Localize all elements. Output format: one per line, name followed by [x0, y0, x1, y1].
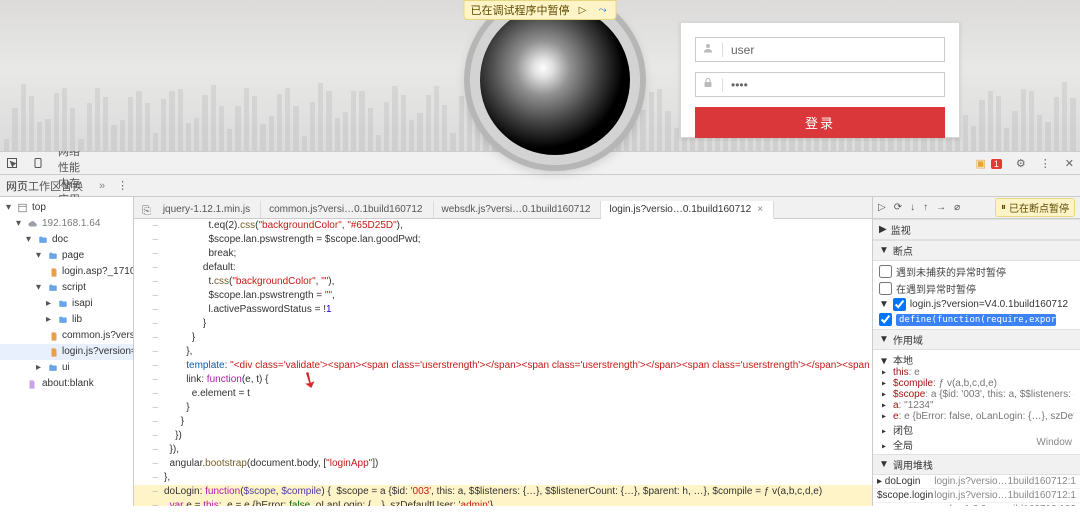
- editor-pane: ⎘ jquery-1.12.1.min.jscommon.js?versi…0.…: [134, 197, 872, 506]
- code-editor[interactable]: ➘ – t.eq(2).css("backgroundColor", "#65D…: [134, 219, 872, 506]
- section-header[interactable]: ▶监视: [873, 219, 1080, 240]
- code-line[interactable]: – default:: [134, 261, 872, 275]
- paused-status-chip: ⏸ 已在断点暂停: [995, 198, 1075, 217]
- code-line[interactable]: – t.css("backgroundColor", ""),: [134, 275, 872, 289]
- code-line[interactable]: – break;: [134, 247, 872, 261]
- debug-sections: ▶监视▼断点遇到未捕获的异常时暂停在遇到异常时暂停▼login.js?versi…: [873, 219, 1080, 506]
- bp-option[interactable]: 遇到未捕获的异常时暂停: [879, 263, 1074, 280]
- scope-var[interactable]: ▸ $scope: a {$id: '003', this: a, $$list…: [879, 389, 1074, 400]
- nav-item[interactable]: ▾script: [0, 280, 133, 296]
- scope-var[interactable]: ▸ this: e: [879, 367, 1074, 378]
- nav-item[interactable]: ▾top: [0, 200, 133, 216]
- username-input[interactable]: [731, 43, 938, 57]
- user-icon: [702, 42, 714, 57]
- device-icon[interactable]: [32, 157, 44, 169]
- sources-workarea: ▾top▾192.168.1.64▾doc▾pagelogin.asp?_171…: [0, 197, 1080, 506]
- nav-item[interactable]: ▾doc: [0, 232, 133, 248]
- debug-controls: ▷ ⟳ ↓ ↑ → ⌀ ⏸ 已在断点暂停: [873, 197, 1080, 219]
- camera-lens-decoration: [470, 0, 640, 165]
- sub-tab-2[interactable]: 替换: [61, 181, 83, 193]
- scope-group[interactable]: ▸ 全局Window: [879, 437, 1074, 452]
- password-field[interactable]: [695, 72, 945, 97]
- file-navigator[interactable]: ▾top▾192.168.1.64▾doc▾pagelogin.asp?_171…: [0, 197, 134, 506]
- breakpoint-item[interactable]: ▼login.js?version=V4.0.1build160712: [879, 297, 1074, 312]
- breakpoint-code[interactable]: define(function(require,exports,module){…: [879, 312, 1074, 327]
- code-line[interactable]: – template: "<div class='validate'><span…: [134, 359, 872, 373]
- close-tab-icon[interactable]: ×: [757, 204, 763, 215]
- debug-sidebar: ▷ ⟳ ↓ ↑ → ⌀ ⏸ 已在断点暂停 ▶监视▼断点遇到未捕获的异常时暂停在遇…: [872, 197, 1080, 506]
- nav-item[interactable]: ▸ui: [0, 360, 133, 376]
- close-devtools-icon[interactable]: ✕: [1065, 157, 1074, 170]
- nav-item[interactable]: login.asp?_17109170934…: [0, 264, 133, 280]
- inspect-icon[interactable]: [6, 157, 18, 169]
- code-line[interactable]: – angular.bootstrap(document.body, ["log…: [134, 457, 872, 471]
- scope-group[interactable]: ▸ 闭包: [879, 422, 1074, 437]
- deactivate-bp-button[interactable]: ⌀: [954, 202, 960, 213]
- username-field[interactable]: [695, 37, 945, 62]
- file-tabs-overflow-icon[interactable]: ⎘: [138, 205, 155, 218]
- pause-banner-text: 已在调试程序中暂停: [471, 2, 570, 18]
- code-line[interactable]: – $scope.lan.pswstrength = $scope.lan.go…: [134, 233, 872, 247]
- scope-var[interactable]: ▸ e: e {bError: false, oLanLogin: {…}, s…: [879, 411, 1074, 422]
- more-subtab-icon[interactable]: ⋮: [117, 179, 128, 192]
- step-out-button[interactable]: ↑: [923, 202, 928, 213]
- settings-icon[interactable]: ⚙: [1016, 157, 1026, 170]
- file-tab[interactable]: websdk.js?versi…0.1build160712: [434, 201, 602, 218]
- callstack-frame[interactable]: （匿名）angular-1.2.9.m…uild160712:182: [873, 503, 1080, 506]
- nav-item[interactable]: ▾192.168.1.64: [0, 216, 133, 232]
- section-header[interactable]: ▼作用域: [873, 329, 1080, 350]
- main-tab-5[interactable]: 性能: [58, 159, 123, 175]
- code-line[interactable]: – }),: [134, 443, 872, 457]
- scope-var[interactable]: ▸ $compile: ƒ v(a,b,c,d,e): [879, 378, 1074, 389]
- code-line[interactable]: – }: [134, 415, 872, 429]
- step-into-button[interactable]: ↓: [910, 202, 915, 213]
- nav-item[interactable]: ▸isapi: [0, 296, 133, 312]
- code-line[interactable]: – l.activePasswordStatus = !1: [134, 303, 872, 317]
- code-line[interactable]: – }: [134, 317, 872, 331]
- lock-icon: [702, 77, 714, 92]
- warning-indicator[interactable]: ▣ 1: [975, 157, 1001, 170]
- code-line[interactable]: – },: [134, 345, 872, 359]
- code-line[interactable]: – }): [134, 429, 872, 443]
- login-card: 登录: [680, 22, 960, 138]
- login-button[interactable]: 登录: [695, 107, 945, 138]
- code-line[interactable]: – link: function(e, t) {: [134, 373, 872, 387]
- callstack-frame[interactable]: ▸ doLoginlogin.js?versio…1build160712:1: [873, 475, 1080, 489]
- section-header[interactable]: ▼断点: [873, 240, 1080, 261]
- code-line[interactable]: – }: [134, 401, 872, 415]
- nav-item[interactable]: login.js?version=V4.0.1bu…: [0, 344, 133, 360]
- nav-item[interactable]: ▸lib: [0, 312, 133, 328]
- password-input[interactable]: [731, 78, 938, 92]
- file-tabs: ⎘ jquery-1.12.1.min.jscommon.js?versi…0.…: [134, 197, 872, 219]
- sources-subtabs: 网页工作区替换 » ⋮: [0, 175, 1080, 197]
- scope-var[interactable]: ▸ a: "1234": [879, 400, 1074, 411]
- nav-item[interactable]: common.js?version=V4.0…: [0, 328, 133, 344]
- step-over-button[interactable]: ⟳: [894, 202, 902, 213]
- code-line[interactable]: –doLogin: function($scope, $compile) { $…: [134, 485, 872, 499]
- code-line[interactable]: –},: [134, 471, 872, 485]
- nav-item[interactable]: about:blank: [0, 376, 133, 392]
- code-line[interactable]: – t.eq(2).css("backgroundColor", "#65D25…: [134, 219, 872, 233]
- step-button[interactable]: →: [936, 202, 946, 213]
- nav-item[interactable]: ▾page: [0, 248, 133, 264]
- code-line[interactable]: – var e = this; e = e {bError: false, oL…: [134, 499, 872, 506]
- resume-button[interactable]: ▷: [878, 202, 886, 213]
- sub-tab-0[interactable]: 网页: [6, 181, 28, 193]
- code-line[interactable]: – $scope.lan.pswstrength = "",: [134, 289, 872, 303]
- sub-tab-1[interactable]: 工作区: [28, 181, 61, 193]
- code-line[interactable]: – }: [134, 331, 872, 345]
- callstack-frame[interactable]: $scope.loginlogin.js?versio…1build160712…: [873, 489, 1080, 503]
- step-icon[interactable]: ⤳: [596, 4, 610, 16]
- file-tab[interactable]: login.js?versio…0.1build160712×: [601, 201, 774, 219]
- file-tab[interactable]: common.js?versi…0.1build160712: [261, 201, 433, 218]
- section-header[interactable]: ▼调用堆栈: [873, 454, 1080, 475]
- more-icon[interactable]: ⋮: [1040, 157, 1051, 170]
- bp-option[interactable]: 在遇到异常时暂停: [879, 280, 1074, 297]
- pause-banner: 已在调试程序中暂停 ▷ ⤳: [464, 0, 617, 20]
- page-stage: 已在调试程序中暂停 ▷ ⤳ 登录: [0, 0, 1080, 151]
- file-tab[interactable]: jquery-1.12.1.min.js: [155, 201, 261, 218]
- code-line[interactable]: – e.element = t: [134, 387, 872, 401]
- resume-icon[interactable]: ▷: [576, 4, 590, 16]
